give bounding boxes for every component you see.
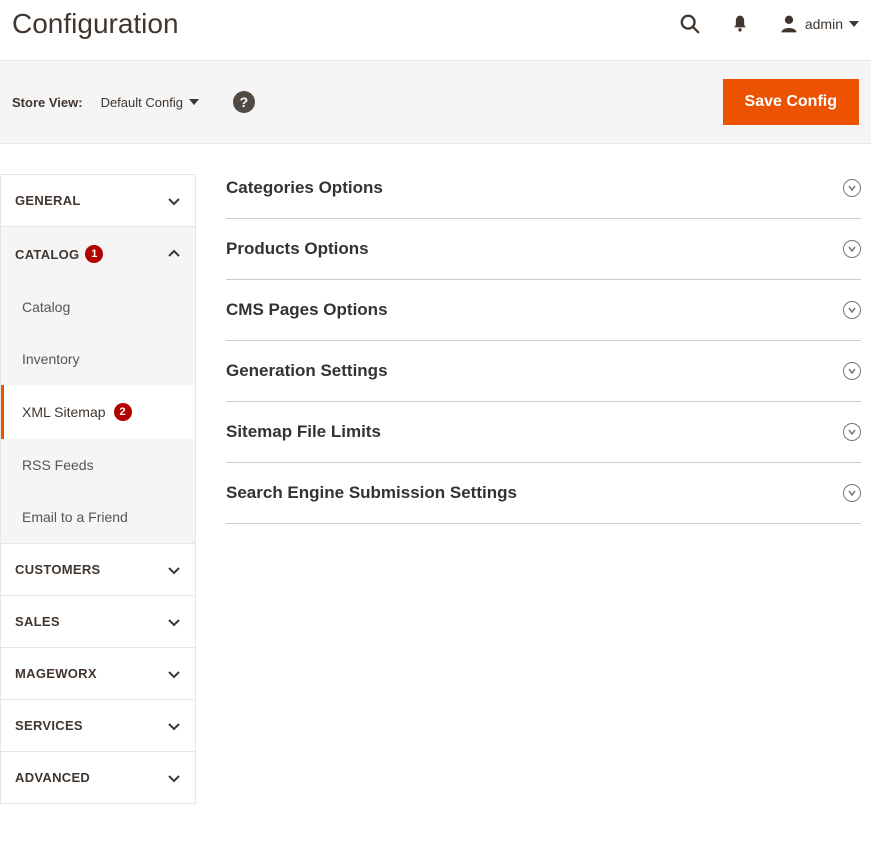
section-categories[interactable]: Categories Options — [226, 174, 861, 219]
help-icon[interactable]: ? — [233, 91, 255, 113]
caret-down-icon — [849, 19, 859, 29]
header-actions: admin — [679, 13, 859, 35]
expand-icon — [843, 423, 861, 441]
caret-down-icon — [189, 97, 199, 107]
annotation-badge: 1 — [85, 245, 103, 263]
section-title: Generation Settings — [226, 361, 388, 381]
sidebar-item-inventory[interactable]: Inventory — [1, 333, 195, 385]
chevron-down-icon — [167, 667, 181, 681]
store-view-label: Store View: — [12, 95, 83, 110]
store-view-scope: Store View: Default Config ? — [12, 91, 255, 113]
sidebar-group-catalog: CATALOG1 Catalog Inventory XML Sitemap 2 RSS … — [0, 226, 196, 543]
store-view-value: Default Config — [101, 95, 183, 110]
config-main: Categories Options Products Options CMS Pa… — [196, 174, 871, 804]
body: GENERAL CATALOG1 Catalog Inventory XML Sitem… — [0, 174, 871, 804]
chevron-down-icon — [167, 563, 181, 577]
sidebar-group-header-catalog[interactable]: CATALOG1 — [1, 227, 195, 281]
chevron-up-icon — [167, 247, 181, 261]
expand-icon — [843, 301, 861, 319]
expand-icon — [843, 484, 861, 502]
bell-icon[interactable] — [729, 13, 751, 35]
page-header: Configuration admin — [0, 0, 871, 60]
sidebar-item-xml-sitemap[interactable]: XML Sitemap 2 — [1, 385, 195, 439]
sidebar-group-title: GENERAL — [15, 193, 81, 208]
sidebar-subitems: Catalog Inventory XML Sitemap 2 RSS Feeds Ema… — [1, 281, 195, 543]
section-filelimits[interactable]: Sitemap File Limits — [226, 402, 861, 463]
sidebar-group-header-customers[interactable]: CUSTOMERS — [1, 544, 195, 595]
sidebar-item-label: RSS Feeds — [22, 457, 94, 473]
sidebar-group-header-sales[interactable]: SALES — [1, 596, 195, 647]
sidebar-group-sales: SALES — [0, 595, 196, 647]
toolbar: Store View: Default Config ? Save Config — [0, 60, 871, 144]
store-view-selector[interactable]: Default Config — [101, 95, 199, 110]
chevron-down-icon — [167, 615, 181, 629]
sidebar-item-label: XML Sitemap — [22, 404, 106, 420]
sidebar-group-title: MAGEWORX — [15, 666, 97, 681]
section-generation[interactable]: Generation Settings — [226, 341, 861, 402]
sidebar-group-header-general[interactable]: GENERAL — [1, 175, 195, 226]
expand-icon — [843, 240, 861, 258]
admin-label: admin — [805, 16, 843, 32]
sidebar-group-services: SERVICES — [0, 699, 196, 751]
chevron-down-icon — [167, 771, 181, 785]
user-icon — [779, 14, 799, 34]
section-products[interactable]: Products Options — [226, 219, 861, 280]
sidebar-item-label: Inventory — [22, 351, 80, 367]
sidebar-group-header-services[interactable]: SERVICES — [1, 700, 195, 751]
section-title: Products Options — [226, 239, 369, 259]
section-title: Sitemap File Limits — [226, 422, 381, 442]
sidebar-item-rss-feeds[interactable]: RSS Feeds — [1, 439, 195, 491]
sidebar-group-title: SALES — [15, 614, 60, 629]
sidebar-group-header-mageworx[interactable]: MAGEWORX — [1, 648, 195, 699]
section-searcheng[interactable]: Search Engine Submission Settings — [226, 463, 861, 524]
sidebar-item-label: Email to a Friend — [22, 509, 128, 525]
config-sidebar: GENERAL CATALOG1 Catalog Inventory XML Sitem… — [0, 174, 196, 804]
sidebar-group-title: SERVICES — [15, 718, 83, 733]
sidebar-group-customers: CUSTOMERS — [0, 543, 196, 595]
sidebar-group-general: GENERAL — [0, 174, 196, 226]
section-title: Search Engine Submission Settings — [226, 483, 517, 503]
sidebar-group-title: ADVANCED — [15, 770, 90, 785]
save-config-button[interactable]: Save Config — [723, 79, 859, 125]
chevron-down-icon — [167, 719, 181, 733]
search-icon[interactable] — [679, 13, 701, 35]
sidebar-group-title: CUSTOMERS — [15, 562, 101, 577]
admin-account-menu[interactable]: admin — [779, 14, 859, 34]
page-title: Configuration — [12, 8, 179, 40]
sidebar-item-label: Catalog — [22, 299, 70, 315]
annotation-badge: 2 — [114, 403, 132, 421]
sidebar-group-advanced: ADVANCED — [0, 751, 196, 804]
section-title: CMS Pages Options — [226, 300, 388, 320]
sidebar-item-catalog-sub[interactable]: Catalog — [1, 281, 195, 333]
sidebar-group-mageworx: MAGEWORX — [0, 647, 196, 699]
sidebar-group-header-advanced[interactable]: ADVANCED — [1, 752, 195, 803]
sidebar-item-email-friend[interactable]: Email to a Friend — [1, 491, 195, 543]
sidebar-group-title: CATALOG1 — [15, 245, 103, 263]
chevron-down-icon — [167, 194, 181, 208]
section-title: Categories Options — [226, 178, 383, 198]
section-cms[interactable]: CMS Pages Options — [226, 280, 861, 341]
expand-icon — [843, 179, 861, 197]
expand-icon — [843, 362, 861, 380]
